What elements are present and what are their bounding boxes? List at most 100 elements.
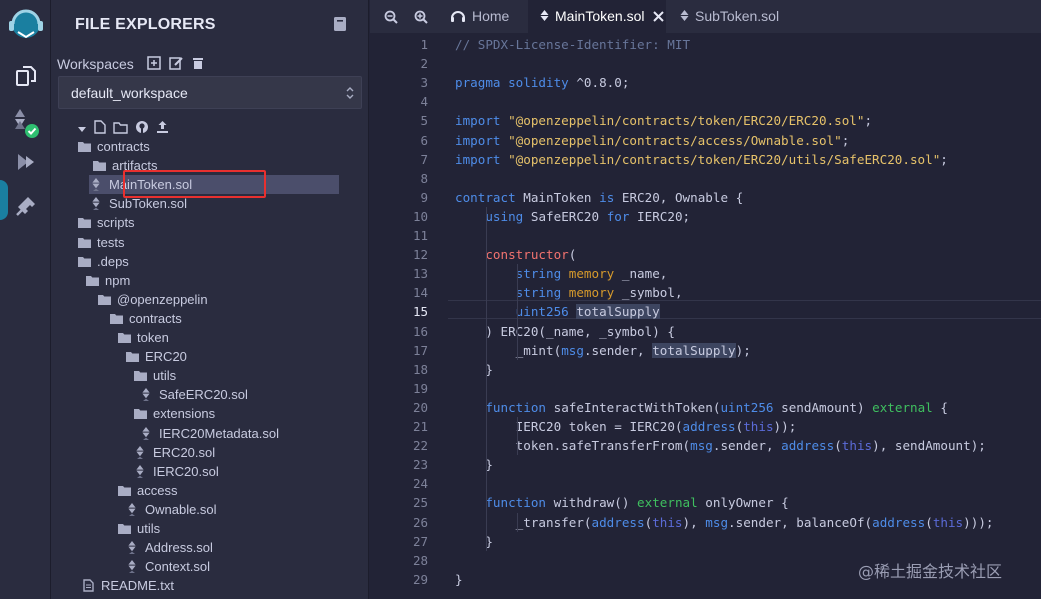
zoom-out-icon[interactable] bbox=[384, 0, 398, 33]
solidity-file-icon bbox=[133, 445, 147, 459]
delete-workspace-icon[interactable] bbox=[191, 56, 205, 75]
line-number: 17 bbox=[412, 342, 428, 358]
folder-item[interactable]: extensions bbox=[133, 404, 215, 423]
solidity-file-icon bbox=[125, 541, 139, 555]
documentation-book-icon[interactable] bbox=[333, 16, 347, 32]
folder-item[interactable]: @openzeppelin bbox=[97, 290, 208, 309]
folder-item[interactable]: ERC20 bbox=[125, 347, 187, 366]
file-item[interactable]: Context.sol bbox=[125, 557, 210, 576]
tree-item-label: contracts bbox=[97, 139, 150, 154]
line-number-gutter: 1 2 3 4 5 6 7 8 9 10 11 12 13 14 15 16 17 18 19 20 21 22 23 24 2… bbox=[370, 33, 442, 599]
tree-item-label: extensions bbox=[153, 406, 216, 422]
collapse-caret-icon[interactable] bbox=[77, 121, 87, 139]
file-item[interactable]: SafeERC20.sol bbox=[139, 385, 248, 404]
folder-icon bbox=[77, 140, 91, 154]
folder-item[interactable]: scripts bbox=[77, 213, 135, 232]
file-item[interactable]: IERC20.sol bbox=[133, 462, 219, 481]
code-line: _transfer(address(this), msg.sender, bal… bbox=[515, 514, 994, 530]
folder-item[interactable]: .deps bbox=[77, 252, 129, 271]
file-item[interactable]: Address.sol bbox=[125, 538, 213, 557]
line-number: 7 bbox=[420, 151, 428, 167]
file-item[interactable]: IERC20Metadata.sol bbox=[139, 424, 279, 443]
code-line: using SafeERC20 for IERC20; bbox=[485, 208, 691, 224]
code-line: pragma solidity ^0.8.0; bbox=[455, 75, 630, 91]
rename-workspace-icon[interactable] bbox=[169, 56, 183, 75]
line-number: 15 bbox=[412, 304, 428, 320]
folder-icon bbox=[77, 235, 91, 249]
file-explorer-icon[interactable] bbox=[0, 56, 51, 96]
code-line: } bbox=[455, 533, 493, 549]
line-number: 22 bbox=[412, 438, 428, 454]
folder-item[interactable]: utils bbox=[133, 366, 176, 385]
add-workspace-icon[interactable] bbox=[147, 56, 161, 75]
code-line: string memory _symbol, bbox=[515, 285, 683, 301]
tree-item-label: IERC20Metadata.sol bbox=[159, 425, 279, 441]
tree-item-label: scripts bbox=[97, 215, 135, 231]
solidity-compiler-icon[interactable] bbox=[0, 104, 51, 144]
solidity-file-icon bbox=[125, 502, 139, 516]
line-number: 10 bbox=[412, 208, 428, 224]
tab-subtoken[interactable]: SubToken.sol bbox=[670, 0, 782, 33]
tree-item-label: .deps bbox=[97, 253, 129, 269]
folder-item[interactable]: token bbox=[117, 328, 169, 347]
folder-item[interactable]: utils bbox=[117, 519, 160, 538]
deploy-run-icon[interactable] bbox=[0, 142, 51, 182]
watermark: @稀土掘金技术社区 bbox=[858, 562, 1003, 581]
indent-guide bbox=[517, 264, 518, 360]
workspace-actions bbox=[147, 56, 205, 75]
code-line: contract MainToken is ERC20, Ownable { bbox=[455, 189, 744, 205]
tree-item-label: token bbox=[137, 330, 169, 345]
line-number: 9 bbox=[420, 189, 428, 205]
folder-icon bbox=[109, 311, 123, 325]
upload-icon[interactable] bbox=[156, 120, 169, 139]
folder-icon bbox=[133, 407, 147, 421]
line-number: 19 bbox=[412, 380, 428, 396]
file-explorer-panel: FILE EXPLORERS Workspaces default_worksp… bbox=[51, 0, 369, 599]
file-item[interactable]: ERC20.sol bbox=[133, 443, 215, 462]
code-line: function safeInteractWithToken(uint256 s… bbox=[485, 399, 948, 415]
tree-item-label: Address.sol bbox=[145, 540, 213, 556]
code-line: import "@openzeppelin/contracts/token/ER… bbox=[455, 113, 873, 129]
code-line: } bbox=[455, 361, 493, 377]
folder-icon bbox=[125, 350, 139, 364]
folder-icon bbox=[117, 331, 131, 345]
tab-maintoken[interactable]: MainToken.sol bbox=[528, 0, 666, 33]
new-folder-icon[interactable] bbox=[113, 121, 128, 139]
folder-item[interactable]: contracts bbox=[77, 137, 150, 156]
file-item[interactable]: Ownable.sol bbox=[125, 500, 217, 519]
line-number: 12 bbox=[412, 247, 428, 263]
line-number: 4 bbox=[420, 94, 428, 110]
tab-home-label: Home bbox=[472, 8, 510, 24]
code-area[interactable]: // SPDX-License-Identifier: MIT pragma so… bbox=[455, 33, 1041, 599]
remix-logo-icon[interactable] bbox=[0, 4, 51, 44]
tab-maintoken-label: MainToken.sol bbox=[555, 8, 645, 24]
select-arrows-icon bbox=[346, 86, 354, 100]
zoom-in-icon[interactable] bbox=[414, 0, 428, 33]
folder-icon bbox=[117, 483, 131, 497]
workspace-select[interactable]: default_workspace bbox=[58, 76, 362, 109]
tab-home[interactable]: Home bbox=[442, 0, 528, 33]
folder-item[interactable]: npm bbox=[85, 271, 130, 290]
folder-icon bbox=[92, 159, 106, 173]
line-number: 2 bbox=[420, 56, 428, 72]
folder-icon bbox=[85, 273, 99, 287]
folder-item[interactable]: contracts bbox=[109, 309, 182, 328]
code-line: import "@openzeppelin/contracts/token/ER… bbox=[455, 151, 948, 167]
folder-item[interactable]: tests bbox=[77, 233, 124, 252]
tree-item-label: Context.sol bbox=[145, 559, 211, 575]
folder-icon bbox=[77, 254, 91, 268]
code-line: _mint(msg.sender, totalSupply); bbox=[515, 342, 751, 358]
file-item[interactable]: README.txt bbox=[81, 576, 174, 595]
code-line: // SPDX-License-Identifier: MIT bbox=[455, 37, 691, 52]
line-number: 24 bbox=[412, 476, 428, 492]
line-number: 3 bbox=[420, 75, 428, 91]
solidity-file-icon bbox=[540, 9, 549, 24]
code-line: constructor( bbox=[485, 247, 577, 263]
line-number: 14 bbox=[412, 285, 428, 301]
plugin-manager-icon[interactable] bbox=[0, 186, 51, 226]
close-tab-icon[interactable] bbox=[652, 11, 664, 22]
tree-item-label: IERC20.sol bbox=[153, 463, 219, 479]
folder-item[interactable]: access bbox=[117, 481, 177, 500]
folder-icon bbox=[77, 216, 91, 230]
editor-panel: Home MainToken.sol SubToken.sol 12345678… bbox=[370, 0, 1041, 599]
